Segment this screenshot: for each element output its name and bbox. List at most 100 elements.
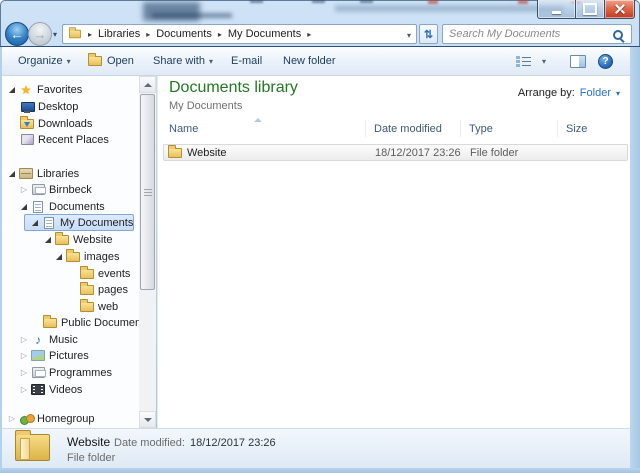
- sidebar-item-videos[interactable]: ▷ Videos: [2, 381, 139, 398]
- sidebar-item-homegroup[interactable]: ▷ Homegroup: [2, 410, 139, 427]
- titlebar-reflection: [360, 0, 373, 3]
- column-header-name[interactable]: Name: [169, 123, 198, 135]
- sidebar-item-music[interactable]: ▷ ♪ Music: [2, 331, 139, 348]
- email-button[interactable]: E-mail: [231, 47, 262, 75]
- refresh-button[interactable]: ⇅: [419, 24, 438, 44]
- expander-icon[interactable]: ◢: [6, 165, 18, 182]
- recent-pages-dropdown-icon[interactable]: ▾: [53, 30, 57, 39]
- expander-icon[interactable]: ◢: [18, 198, 30, 215]
- forward-arrow-icon: →: [34, 27, 47, 42]
- breadcrumb-item-libraries[interactable]: Libraries: [98, 28, 140, 40]
- explorer-window: ← → ▾ ▸ Libraries ▸ Documents ▸ My Docum…: [0, 0, 640, 473]
- sidebar-item-favorites[interactable]: ◢ ★ Favorites: [2, 81, 139, 98]
- chevron-down-icon: ▾: [209, 57, 213, 66]
- window-border-bottom: [0, 468, 640, 473]
- minimize-button[interactable]: [537, 0, 576, 19]
- scroll-up-button[interactable]: [139, 76, 156, 93]
- share-with-button[interactable]: Share with ▾: [153, 47, 213, 75]
- location-folder-icon: [69, 30, 81, 39]
- sidebar-item-downloads[interactable]: Downloads: [2, 115, 139, 132]
- expander-icon[interactable]: ▷: [18, 181, 30, 198]
- expander-icon[interactable]: ▷: [6, 410, 18, 427]
- sidebar-item-pictures[interactable]: ▷ Pictures: [2, 347, 139, 364]
- address-bar[interactable]: ▸ Libraries ▸ Documents ▸ My Documents ▸…: [62, 24, 417, 44]
- library-icon: [30, 367, 46, 378]
- back-button[interactable]: ←: [5, 22, 29, 46]
- file-date-cell: 18/12/2017 23:26: [375, 147, 461, 159]
- sidebar-item-label: pages: [95, 284, 128, 296]
- chevron-down-icon: ▾: [67, 57, 71, 66]
- column-divider[interactable]: [365, 120, 366, 137]
- maximize-button[interactable]: [575, 0, 605, 19]
- homegroup-icon: [18, 413, 34, 425]
- sidebar-scrollbar[interactable]: [139, 76, 156, 428]
- sidebar-item-birnbeck[interactable]: ▷ Birnbeck: [2, 181, 139, 198]
- breadcrumb-item-my-documents[interactable]: My Documents: [228, 28, 301, 40]
- sidebar-item-desktop[interactable]: Desktop: [2, 98, 139, 115]
- column-header-type[interactable]: Type: [469, 123, 493, 135]
- column-header-date-modified[interactable]: Date modified: [374, 123, 442, 135]
- expander-icon[interactable]: ▷: [18, 381, 30, 398]
- sidebar-item-label: Music: [46, 334, 78, 346]
- window-border-left: [0, 47, 2, 468]
- organize-button[interactable]: Organize ▾: [18, 47, 71, 75]
- folder-icon: [42, 318, 58, 328]
- preview-pane-button[interactable]: [570, 47, 586, 75]
- sidebar-item-my-documents[interactable]: ◢ My Documents: [24, 214, 134, 231]
- folder-icon: [54, 235, 70, 245]
- breadcrumb-arrow-icon[interactable]: ▸: [218, 30, 222, 39]
- expander-icon[interactable]: ◢: [42, 231, 54, 248]
- sidebar-item-events[interactable]: events: [2, 265, 139, 282]
- scrollbar-thumb[interactable]: [140, 94, 155, 290]
- new-folder-button[interactable]: New folder: [283, 47, 336, 75]
- file-row-website[interactable]: Website 18/12/2017 23:26 File folder: [163, 144, 628, 161]
- file-list-pane: Documents library My Documents Arrange b…: [157, 76, 630, 428]
- close-button[interactable]: [604, 0, 635, 19]
- scroll-down-button[interactable]: [139, 411, 156, 428]
- column-divider[interactable]: [557, 120, 558, 137]
- breadcrumb-item-documents[interactable]: Documents: [156, 28, 212, 40]
- file-type-cell: File folder: [470, 147, 518, 159]
- search-input[interactable]: [447, 26, 607, 42]
- breadcrumb-arrow-icon[interactable]: ▸: [146, 30, 150, 39]
- sidebar-item-label: images: [81, 251, 119, 263]
- sidebar-item-recent-places[interactable]: Recent Places: [2, 131, 139, 148]
- file-name-cell: Website: [187, 147, 227, 159]
- sort-ascending-icon: [254, 118, 262, 122]
- sidebar-item-documents[interactable]: ◢ Documents: [2, 198, 139, 215]
- sidebar-item-label: Programmes: [46, 367, 112, 379]
- sidebar-item-public-documents[interactable]: Public Documents: [2, 314, 139, 331]
- open-button[interactable]: Open: [88, 47, 134, 75]
- search-icon[interactable]: [612, 29, 625, 42]
- expander-icon[interactable]: ◢: [53, 248, 65, 265]
- sidebar-item-website[interactable]: ◢ Website: [2, 231, 139, 248]
- breadcrumb-arrow-icon[interactable]: ▸: [88, 30, 92, 39]
- close-icon: [614, 3, 626, 15]
- expander-icon[interactable]: ◢: [6, 81, 18, 98]
- expander-icon[interactable]: ◢: [29, 214, 41, 231]
- sidebar-item-programmes[interactable]: ▷ Programmes: [2, 364, 139, 381]
- address-history-dropdown-icon[interactable]: ▾: [407, 31, 411, 40]
- sidebar-item-pages[interactable]: pages: [2, 281, 139, 298]
- help-button[interactable]: ?: [598, 47, 613, 75]
- change-view-dropdown[interactable]: ▾: [538, 47, 546, 75]
- sidebar-item-web[interactable]: web: [2, 298, 139, 315]
- sidebar-item-label: web: [95, 301, 118, 313]
- email-label: E-mail: [231, 55, 262, 67]
- folder-icon: [79, 285, 95, 295]
- sidebar-item-images[interactable]: ◢ images: [2, 248, 139, 265]
- new-folder-label: New folder: [283, 55, 336, 67]
- breadcrumb-arrow-icon[interactable]: ▸: [307, 30, 311, 39]
- sidebar-item-label: Favorites: [34, 84, 82, 96]
- expander-icon[interactable]: ▷: [18, 331, 30, 348]
- expander-icon[interactable]: ▷: [18, 347, 30, 364]
- expander-icon[interactable]: ▷: [18, 364, 30, 381]
- column-divider[interactable]: [460, 120, 461, 137]
- forward-button[interactable]: →: [28, 22, 52, 46]
- arrange-by-value[interactable]: Folder: [580, 87, 611, 99]
- music-icon: ♪: [30, 334, 46, 346]
- column-header-size[interactable]: Size: [566, 123, 587, 135]
- change-view-button[interactable]: [516, 47, 532, 75]
- sidebar-item-libraries[interactable]: ◢ Libraries: [2, 165, 139, 182]
- arrange-by-control[interactable]: Arrange by: Folder ▾: [518, 87, 620, 99]
